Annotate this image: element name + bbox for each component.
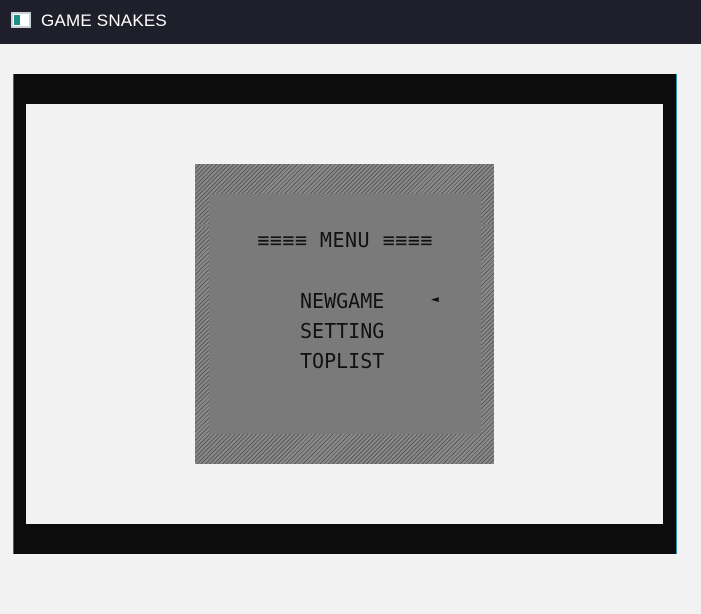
app-window: GAME SNAKES ≡≡≡≡ MENU ≡≡≡≡ NEWGAME ◄ SET… xyxy=(0,0,701,614)
window-title: GAME SNAKES xyxy=(41,11,167,30)
selection-arrow-icon: ◄ xyxy=(431,292,439,307)
console-window-icon xyxy=(11,12,31,28)
menu-item-newgame[interactable]: NEWGAME xyxy=(300,289,384,313)
menu-body: ≡≡≡≡ MENU ≡≡≡≡ NEWGAME ◄ SETTING TOPLIST xyxy=(209,194,481,434)
menu-panel: ≡≡≡≡ MENU ≡≡≡≡ NEWGAME ◄ SETTING TOPLIST xyxy=(195,164,494,464)
title-bar[interactable]: GAME SNAKES xyxy=(0,0,701,44)
menu-item-setting[interactable]: SETTING xyxy=(300,319,384,343)
menu-title: ≡≡≡≡ MENU ≡≡≡≡ xyxy=(257,228,433,252)
menu-item-toplist[interactable]: TOPLIST xyxy=(300,349,384,373)
